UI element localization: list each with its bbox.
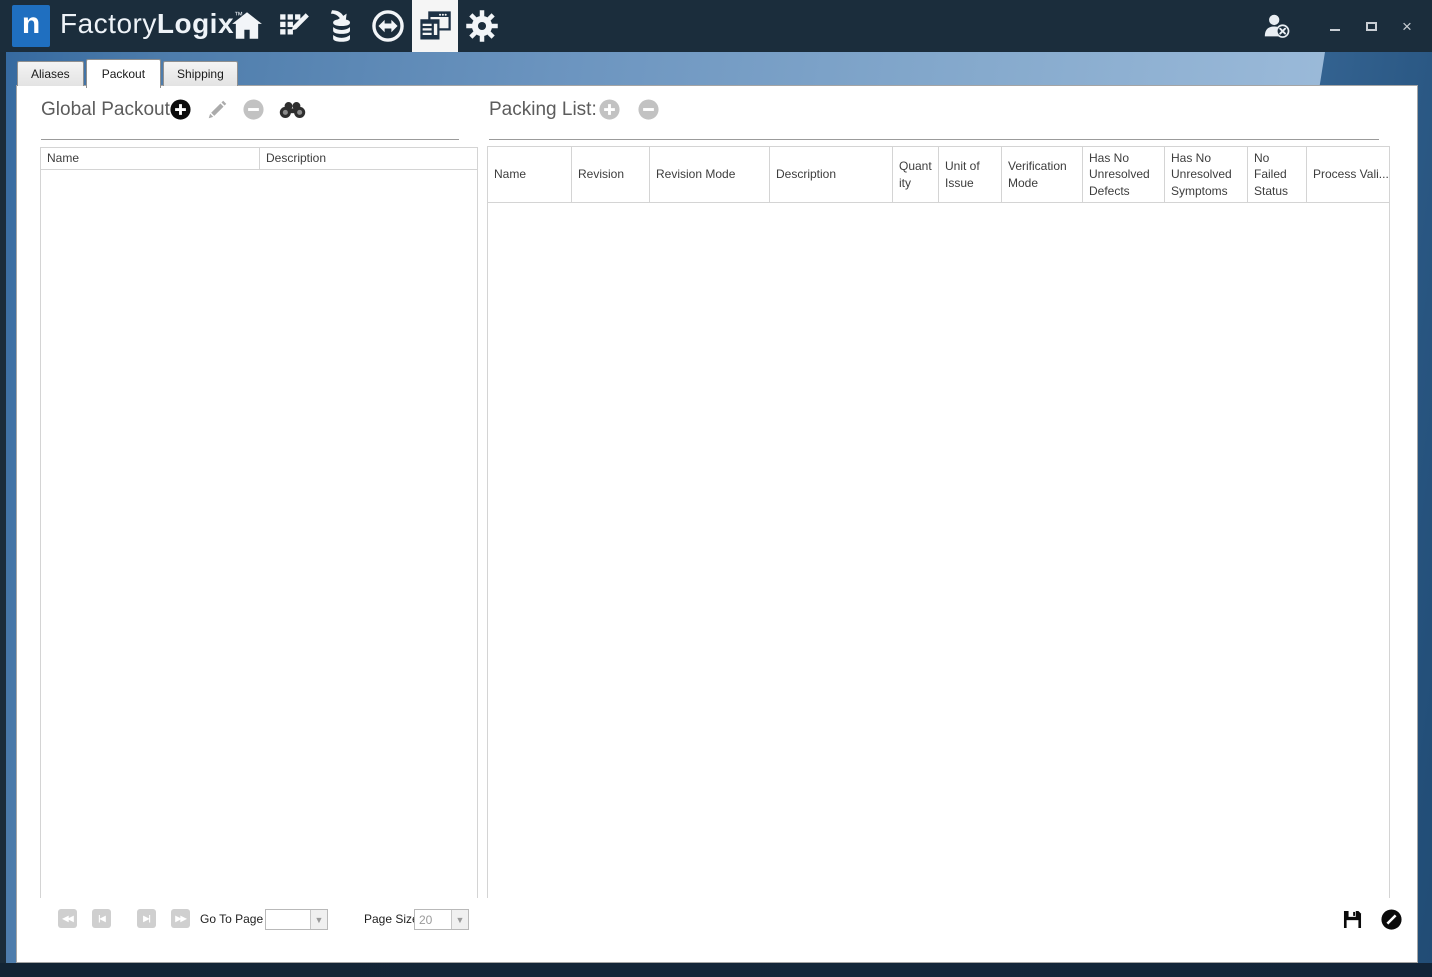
aegis-logo: n	[12, 5, 50, 47]
close-icon: ×	[1402, 16, 1412, 36]
app-window: n FactoryLogix™ × Aliases Packout Shippi…	[0, 0, 1432, 977]
add-packing-list-button[interactable]	[598, 98, 621, 121]
packing-list-toolbar	[598, 98, 660, 121]
user-logout-icon	[1264, 14, 1290, 38]
titlebar: n FactoryLogix™ ×	[0, 0, 1432, 52]
go-to-page-dropdown-button[interactable]: ▼	[310, 910, 327, 929]
global-packout-grid-header: Name Description	[41, 148, 477, 170]
global-packout-grid-body[interactable]	[41, 170, 477, 898]
pager: ◀◀ |◀ ▶| ▶▶ Go To Page ▼ Page Size ▼	[17, 909, 1417, 935]
packing-list-divider	[489, 139, 1379, 140]
add-global-packout-button[interactable]	[169, 98, 192, 121]
packing-list-grid: Name Revision Revision Mode Description …	[487, 146, 1390, 898]
column-header-process-validation[interactable]: Process Vali...	[1307, 147, 1389, 202]
column-header-description[interactable]: Description	[260, 148, 477, 169]
edit-pencil-icon	[208, 100, 227, 118]
app-brand: FactoryLogix™	[60, 8, 244, 40]
column-header-verification-mode[interactable]: Verification Mode	[1002, 147, 1083, 202]
column-header-has-no-unresolved-defects[interactable]: Has No Unresolved Defects	[1083, 147, 1165, 202]
logo-letter: n	[21, 7, 41, 40]
add-icon	[170, 99, 191, 120]
remove-icon	[638, 99, 659, 120]
column-header-no-failed-status[interactable]: No Failed Status	[1248, 147, 1307, 202]
remove-packing-list-button[interactable]	[637, 98, 660, 121]
titlebar-right: ×	[1262, 0, 1414, 52]
nav-settings-button[interactable]	[459, 0, 505, 52]
nav-grid-edit-button[interactable]	[271, 0, 317, 52]
user-logout-button[interactable]	[1262, 11, 1292, 41]
go-to-page-combo[interactable]: ▼	[265, 909, 328, 930]
cancel-discard-icon	[1381, 909, 1402, 930]
find-global-packout-button[interactable]	[279, 100, 306, 120]
column-header-unit-of-issue[interactable]: Unit of Issue	[939, 147, 1002, 202]
global-packout-toolbar	[169, 98, 306, 121]
page-size-input[interactable]	[415, 910, 451, 929]
main-nav	[224, 0, 506, 52]
sync-circle-icon	[372, 10, 404, 42]
edit-global-packout-button[interactable]	[206, 99, 228, 121]
last-page-button[interactable]: ▶▶	[171, 909, 190, 928]
next-page-button[interactable]: ▶|	[137, 909, 156, 928]
column-header-name[interactable]: Name	[488, 147, 572, 202]
global-packout-divider	[41, 139, 459, 140]
nav-sync-button[interactable]	[365, 0, 411, 52]
previous-page-button[interactable]: |◀	[92, 909, 111, 928]
go-to-page-label: Go To Page	[200, 912, 264, 926]
settings-gear-icon	[466, 10, 498, 42]
chevron-down-icon: ▼	[455, 914, 465, 925]
brand-bold: Logix	[156, 8, 235, 39]
packout-windows-icon	[420, 11, 451, 40]
first-page-button[interactable]: ◀◀	[58, 909, 77, 928]
nav-database-button[interactable]	[318, 0, 364, 52]
maximize-icon	[1365, 21, 1377, 31]
window-controls: ×	[1328, 16, 1414, 36]
chevron-down-button[interactable]: ▼	[451, 910, 468, 929]
tab-strip: Aliases Packout Shipping	[17, 59, 240, 88]
close-button[interactable]: ×	[1400, 16, 1414, 36]
save-icon	[1343, 910, 1362, 929]
column-header-has-no-unresolved-symptoms[interactable]: Has No Unresolved Symptoms	[1165, 147, 1248, 202]
minimize-icon	[1330, 29, 1340, 31]
minimize-button[interactable]	[1328, 19, 1342, 33]
footer-actions	[1342, 908, 1403, 931]
global-packout-grid: Name Description	[40, 147, 478, 898]
database-import-icon	[330, 10, 350, 42]
chevron-down-icon: ▼	[314, 914, 324, 925]
tab-aliases[interactable]: Aliases	[17, 61, 84, 86]
remove-global-packout-button[interactable]	[242, 98, 265, 121]
nav-packout-button[interactable]	[412, 0, 458, 52]
packout-panel: Global Packout Name Description Packing …	[16, 85, 1418, 963]
maximize-button[interactable]	[1364, 19, 1378, 33]
column-header-description[interactable]: Description	[770, 147, 893, 202]
column-header-quantity[interactable]: Quantity	[893, 147, 939, 202]
go-to-page-input[interactable]	[266, 910, 310, 929]
bottom-edge-strip	[0, 963, 1432, 977]
column-header-name[interactable]: Name	[41, 148, 260, 169]
column-header-revision[interactable]: Revision	[572, 147, 650, 202]
grid-edit-icon	[280, 13, 309, 35]
packing-list-grid-body[interactable]	[488, 203, 1389, 898]
page-size-label: Page Size	[364, 912, 419, 926]
tab-packout[interactable]: Packout	[85, 59, 162, 88]
save-button[interactable]	[1342, 909, 1363, 930]
tab-shipping[interactable]: Shipping	[163, 61, 238, 86]
column-header-revision-mode[interactable]: Revision Mode	[650, 147, 770, 202]
left-edge-strip	[0, 52, 6, 977]
add-icon	[599, 99, 620, 120]
global-packout-title: Global Packout	[41, 99, 170, 120]
home-icon	[232, 12, 262, 39]
nav-home-button[interactable]	[224, 0, 270, 52]
page-size-combo[interactable]: ▼	[414, 909, 469, 930]
find-binoculars-icon	[279, 101, 306, 118]
cancel-button[interactable]	[1380, 908, 1403, 931]
packing-list-title: Packing List:	[489, 99, 597, 120]
remove-icon	[243, 99, 264, 120]
packing-list-grid-header: Name Revision Revision Mode Description …	[488, 147, 1389, 203]
brand-light: Factory	[60, 8, 157, 39]
